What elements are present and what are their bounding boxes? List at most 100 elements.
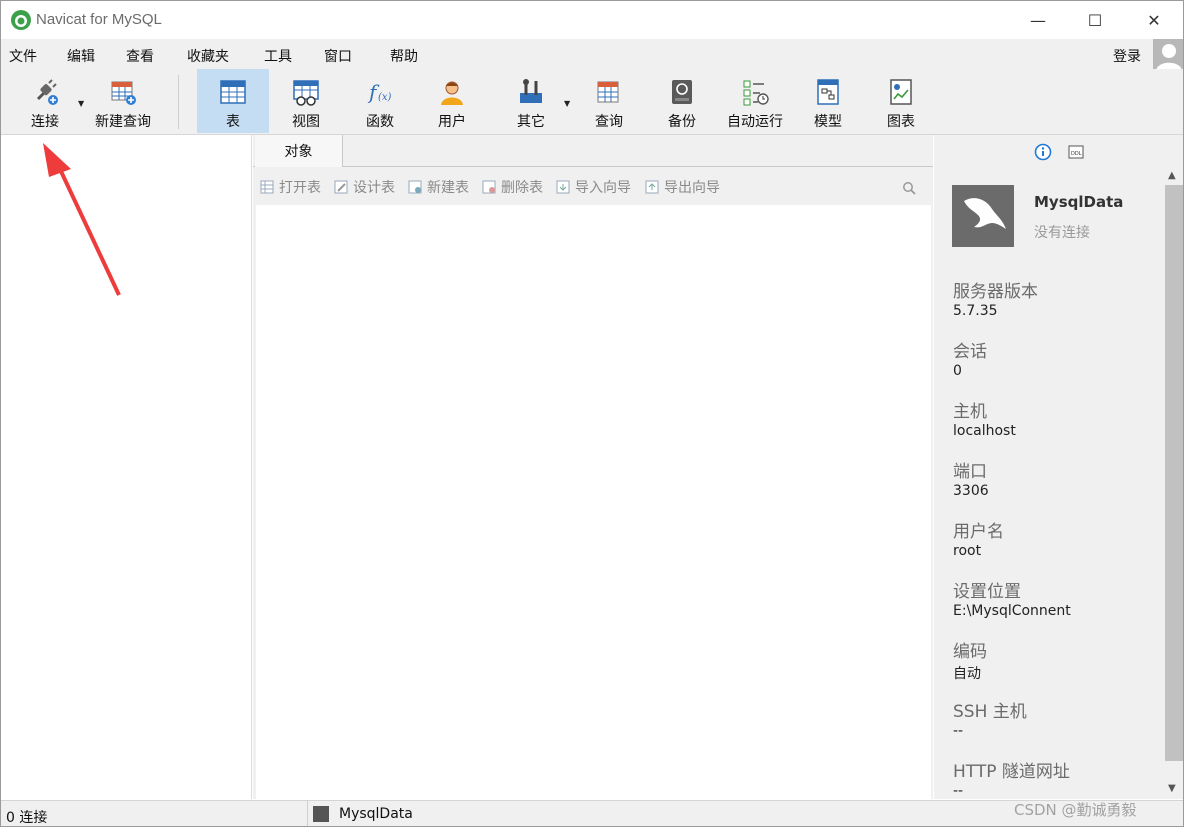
menu-file[interactable]: 文件 [9, 46, 37, 66]
tab-objects[interactable]: 对象 [255, 135, 343, 167]
prop-label-http-tunnel: HTTP 隧道网址 [953, 762, 1070, 782]
menu-window[interactable]: 窗口 [324, 46, 352, 66]
toolbar-view-button[interactable]: 视图 [273, 69, 339, 133]
prop-label-sessions: 会话 [953, 342, 987, 362]
status-current-connection: MysqlData [313, 806, 413, 822]
toolbar-autorun-button[interactable]: 自动运行 [721, 69, 789, 133]
info-icon[interactable] [1034, 143, 1052, 161]
new-table-button[interactable]: 新建表 [408, 177, 469, 197]
design-table-label: 设计表 [353, 180, 395, 196]
login-link[interactable]: 登录 [1113, 46, 1141, 66]
window-title: Navicat for MySQL [36, 11, 162, 28]
mysql-dolphin-icon [964, 198, 1006, 229]
new-query-icon [111, 81, 136, 105]
maximize-button[interactable]: ☐ [1072, 1, 1118, 39]
prop-label-encoding: 编码 [953, 642, 987, 662]
navicat-window: Navicat for MySQL — ☐ ✕ 文件 编辑 查看 收藏夹 工具 … [0, 0, 1184, 827]
open-table-button[interactable]: 打开表 [260, 177, 321, 197]
ddl-icon[interactable]: DDL [1067, 143, 1085, 161]
toolbar-user-button[interactable]: 用户 [419, 69, 485, 133]
toolbar-table-label: 表 [226, 114, 240, 130]
prop-value-port: 3306 [953, 483, 989, 499]
prop-label-host: 主机 [953, 402, 987, 422]
toolbar-chart-button[interactable]: 图表 [869, 69, 933, 133]
watermark: CSDN @勤诚勇毅 [1014, 801, 1137, 819]
menu-favorites[interactable]: 收藏夹 [187, 46, 229, 66]
open-table-icon [260, 180, 274, 194]
object-tab-bar: 对象 [253, 135, 933, 167]
toolbar-query-button[interactable]: 查询 [577, 69, 641, 133]
avatar[interactable] [1153, 39, 1183, 71]
toolbar-connect-label: 连接 [31, 114, 59, 130]
menu-help[interactable]: 帮助 [390, 46, 418, 66]
minimize-button[interactable]: — [1015, 1, 1061, 39]
delete-table-button[interactable]: 删除表 [482, 177, 543, 197]
toolbar-connect-button[interactable]: 连接 [21, 69, 69, 133]
info-pane: DDL MysqlData 没有连接 服务器版本 5.7.35 会话 0 主机 … [934, 135, 1183, 799]
open-table-label: 打开表 [279, 180, 321, 196]
svg-text:DDL: DDL [1071, 151, 1082, 157]
object-list[interactable] [256, 205, 931, 799]
toolbar-user-label: 用户 [438, 114, 466, 130]
navicat-logo-icon [11, 10, 31, 30]
object-action-bar: 打开表 设计表 新建表 删除表 导入向导 导出向导 [253, 173, 933, 201]
design-table-button[interactable]: 设计表 [334, 177, 395, 197]
toolbar-model-button[interactable]: 模型 [797, 69, 859, 133]
import-wizard-button[interactable]: 导入向导 [556, 177, 631, 197]
user-icon [441, 81, 463, 105]
toolbar-backup-button[interactable]: 备份 [651, 69, 713, 133]
prop-value-ssh-host: -- [953, 723, 964, 739]
toolbar-model-label: 模型 [814, 114, 842, 130]
delete-table-label: 删除表 [501, 180, 543, 196]
prop-value-username: root [953, 543, 982, 559]
query-icon [597, 81, 619, 103]
prop-value-settings-location: E:\MysqlConnent [953, 603, 1071, 619]
toolbar-others-label: 其它 [517, 114, 545, 130]
menu-view[interactable]: 查看 [126, 46, 154, 66]
svg-text:(x): (x) [378, 92, 392, 103]
toolbar-chart-label: 图表 [887, 114, 915, 130]
connection-name: MysqlData [1034, 193, 1124, 211]
chart-icon [890, 79, 912, 105]
menu-bar: 文件 编辑 查看 收藏夹 工具 窗口 帮助 登录 [1, 39, 1183, 69]
mysql-connection-icon [952, 185, 1014, 247]
prop-value-server-version: 5.7.35 [953, 303, 998, 319]
prop-label-username: 用户名 [953, 522, 1004, 542]
toolbar-view-label: 视图 [292, 114, 320, 130]
info-scrollbar[interactable]: ▲ ▼ [1164, 167, 1183, 799]
export-wizard-label: 导出向导 [664, 180, 720, 196]
prop-label-settings-location: 设置位置 [953, 582, 1021, 602]
export-wizard-button[interactable]: 导出向导 [645, 177, 720, 197]
others-dropdown-icon[interactable]: ▼ [564, 99, 570, 108]
prop-label-server-version: 服务器版本 [953, 282, 1038, 302]
status-connection-count: 0 连接 [6, 810, 48, 826]
prop-label-port: 端口 [953, 462, 987, 482]
toolbar-function-button[interactable]: f (x) 函数 [347, 69, 413, 133]
toolbar-table-button[interactable]: 表 [197, 69, 269, 133]
import-wizard-label: 导入向导 [575, 180, 631, 196]
new-table-icon [408, 180, 422, 194]
menu-tools[interactable]: 工具 [264, 46, 292, 66]
object-pane: 对象 打开表 设计表 新建表 删除表 导入向导 导出向导 [253, 135, 933, 799]
export-wizard-icon [645, 180, 659, 194]
status-divider [307, 801, 308, 826]
connect-dropdown-icon[interactable]: ▼ [78, 99, 84, 108]
import-wizard-icon [556, 180, 570, 194]
menu-edit[interactable]: 编辑 [67, 46, 95, 66]
close-button[interactable]: ✕ [1131, 1, 1177, 39]
new-table-label: 新建表 [427, 180, 469, 196]
backup-icon [672, 80, 692, 104]
scroll-up-icon[interactable]: ▲ [1168, 170, 1176, 181]
toolbar-function-label: 函数 [366, 114, 394, 130]
toolbar-new-query-button[interactable]: 新建查询 [89, 69, 157, 133]
toolbar-autorun-label: 自动运行 [727, 114, 783, 130]
prop-value-encoding: 自动 [953, 666, 981, 682]
search-icon[interactable] [902, 181, 916, 195]
scroll-down-icon[interactable]: ▼ [1168, 783, 1176, 794]
scrollbar-thumb[interactable] [1165, 185, 1183, 761]
prop-label-ssh-host: SSH 主机 [953, 702, 1027, 722]
toolbar-others-button[interactable]: 其它 [499, 69, 563, 133]
toolbar-new-query-label: 新建查询 [95, 114, 151, 130]
prop-value-sessions: 0 [953, 363, 962, 379]
view-icon [293, 80, 319, 106]
